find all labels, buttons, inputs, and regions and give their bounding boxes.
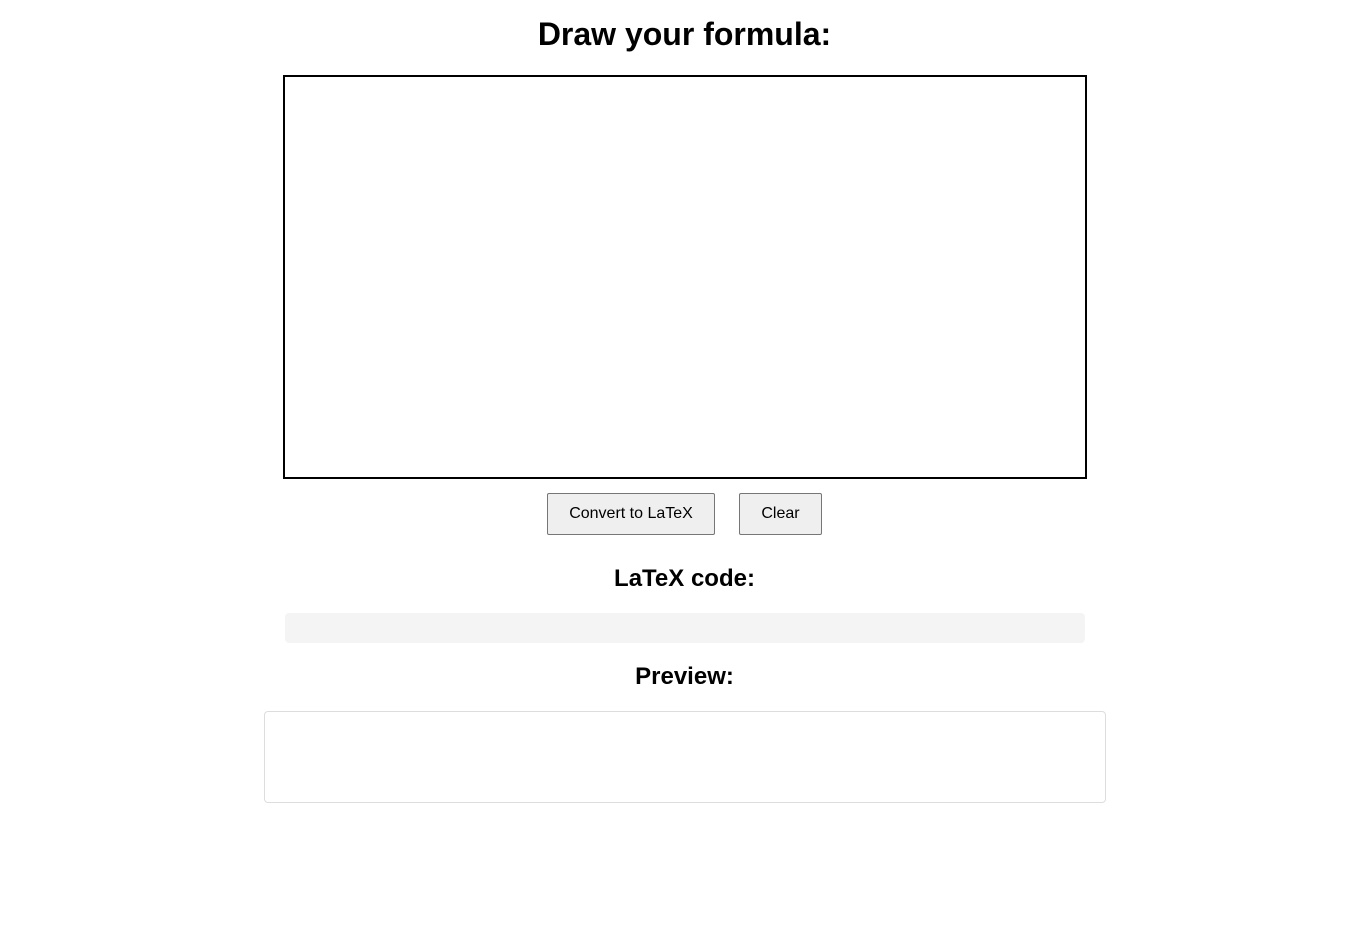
action-buttons: Convert to LaTeX Clear — [0, 493, 1369, 535]
preview-heading: Preview: — [635, 663, 734, 690]
drawing-canvas[interactable] — [283, 75, 1087, 479]
page-title: Draw your formula: — [537, 16, 832, 52]
latex-code-output — [285, 613, 1085, 643]
latex-code-heading: LaTeX code: — [614, 565, 755, 592]
clear-button[interactable]: Clear — [739, 493, 822, 535]
formula-preview — [264, 711, 1106, 803]
convert-to-latex-button[interactable]: Convert to LaTeX — [547, 493, 715, 535]
formula-page: Draw your formula: Convert to LaTeX Clea… — [0, 0, 1369, 936]
